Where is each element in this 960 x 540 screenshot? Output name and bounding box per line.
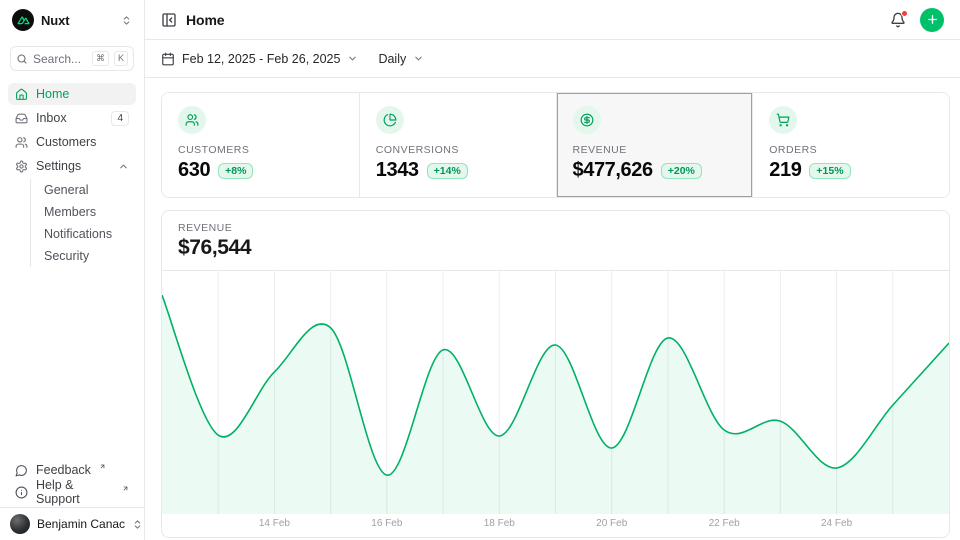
stat-value: 1343 [376, 159, 419, 182]
inbox-icon [15, 112, 28, 125]
sidebar-item-notifications[interactable]: Notifications [31, 223, 136, 245]
chart-value: $76,544 [178, 236, 933, 260]
page-title: Home [186, 12, 225, 28]
collapse-sidebar-button[interactable] [161, 12, 177, 28]
users-icon [178, 106, 206, 134]
kbd-cmd: ⌘ [92, 51, 109, 66]
header-actions [888, 8, 944, 32]
sidebar-item-label: Customers [36, 135, 96, 149]
sidebar-user-section: Benjamin Canac [0, 507, 144, 540]
stat-value: $477,626 [573, 159, 653, 182]
chart-header: REVENUE $76,544 [162, 211, 949, 271]
dashboard-content: CUSTOMERS 630 +8% CONVERSIONS 1343 +14% [145, 78, 960, 538]
stat-card-orders[interactable]: ORDERS 219 +15% [752, 93, 949, 197]
avatar [10, 514, 30, 534]
sidebar-item-label: Home [36, 87, 69, 101]
x-axis-label: 24 Feb [821, 518, 852, 529]
gear-icon [15, 160, 28, 173]
user-menu-button[interactable]: Benjamin Canac [10, 514, 134, 534]
x-axis-label: 22 Feb [709, 518, 740, 529]
sidebar-item-home[interactable]: Home [8, 83, 136, 105]
stat-delta-badge: +8% [218, 163, 253, 179]
feedback-label: Feedback [36, 463, 91, 477]
help-support-label: Help & Support [36, 478, 114, 506]
x-axis-label: 18 Feb [484, 518, 515, 529]
inbox-count-badge: 4 [111, 111, 129, 126]
sidebar-item-label: Settings [36, 159, 81, 173]
date-range-value: Feb 12, 2025 - Feb 26, 2025 [182, 52, 340, 66]
sidebar-item-label: Inbox [36, 111, 67, 125]
stat-card-conversions[interactable]: CONVERSIONS 1343 +14% [359, 93, 556, 197]
x-axis-label: 20 Feb [596, 518, 627, 529]
stat-label: CONVERSIONS [376, 144, 540, 156]
chart-svg [162, 271, 949, 514]
calendar-icon [161, 52, 175, 66]
external-link-icon [99, 463, 106, 470]
stats-panel: CUSTOMERS 630 +8% CONVERSIONS 1343 +14% [161, 92, 950, 198]
sidebar-nav: Home Inbox 4 Customers Settings Gener [0, 83, 144, 267]
sidebar-item-inbox[interactable]: Inbox 4 [8, 107, 136, 129]
chart-label: REVENUE [178, 222, 933, 234]
stat-label: CUSTOMERS [178, 144, 343, 156]
sidebar-item-members[interactable]: Members [31, 201, 136, 223]
x-axis-label: 16 Feb [371, 518, 402, 529]
chevrons-up-down-icon [121, 15, 132, 26]
stat-value: 630 [178, 159, 210, 182]
chevron-down-icon [413, 53, 424, 64]
revenue-area-chart[interactable] [162, 271, 949, 514]
pie-chart-icon [376, 106, 404, 134]
kbd-k: K [114, 51, 128, 66]
date-range-picker[interactable]: Feb 12, 2025 - Feb 26, 2025 [161, 52, 358, 66]
search-icon [16, 53, 28, 65]
nuxt-logo-icon [12, 9, 34, 31]
sidebar-item-customers[interactable]: Customers [8, 131, 136, 153]
notifications-button[interactable] [888, 10, 908, 30]
stat-delta-badge: +15% [809, 163, 850, 179]
stat-label: ORDERS [769, 144, 933, 156]
workspace-switcher[interactable]: Nuxt [0, 0, 144, 40]
chevron-up-icon [118, 161, 129, 172]
stat-delta-badge: +14% [427, 163, 468, 179]
search-input[interactable]: Search... ⌘ K [10, 46, 134, 71]
filters-toolbar: Feb 12, 2025 - Feb 26, 2025 Daily [145, 40, 960, 78]
page-header: Home [145, 0, 960, 40]
notification-dot [901, 10, 908, 17]
period-value: Daily [378, 52, 406, 66]
period-select[interactable]: Daily [378, 52, 424, 66]
sidebar-footer-links: Feedback Help & Support [0, 459, 144, 507]
search-placeholder: Search... [33, 52, 87, 66]
add-button[interactable] [920, 8, 944, 32]
sidebar-item-general[interactable]: General [31, 179, 136, 201]
stat-delta-badge: +20% [661, 163, 702, 179]
settings-sub-nav: General Members Notifications Security [30, 179, 136, 267]
user-name: Benjamin Canac [37, 517, 125, 531]
sidebar-spacer [0, 267, 144, 459]
chevron-down-icon [347, 53, 358, 64]
stat-label: REVENUE [573, 144, 737, 156]
stat-card-revenue[interactable]: REVENUE $477,626 +20% [556, 93, 753, 197]
chart-x-axis: 14 Feb 16 Feb 18 Feb 20 Feb 22 Feb 24 Feb [162, 514, 949, 534]
dollar-circle-icon [573, 106, 601, 134]
info-icon [15, 486, 28, 499]
stat-value: 219 [769, 159, 801, 182]
help-support-link[interactable]: Help & Support [8, 481, 136, 503]
sidebar-item-settings[interactable]: Settings [8, 155, 136, 177]
revenue-chart-card: REVENUE $76,544 14 Feb 16 Feb 18 Feb 20 Feb… [161, 210, 950, 538]
external-link-icon [122, 485, 129, 492]
sidebar: Nuxt Search... ⌘ K Home Inbox 4 [0, 0, 145, 540]
x-axis-label: 14 Feb [259, 518, 290, 529]
stat-card-customers[interactable]: CUSTOMERS 630 +8% [162, 93, 359, 197]
workspace-name: Nuxt [41, 13, 70, 28]
home-icon [15, 88, 28, 101]
shopping-cart-icon [769, 106, 797, 134]
users-icon [15, 136, 28, 149]
chevrons-up-down-icon [132, 519, 143, 530]
sidebar-item-security[interactable]: Security [31, 245, 136, 267]
message-circle-icon [15, 464, 28, 477]
main-area: Home Feb 12, 2025 - Feb 26, 2025 Daily [145, 0, 960, 540]
